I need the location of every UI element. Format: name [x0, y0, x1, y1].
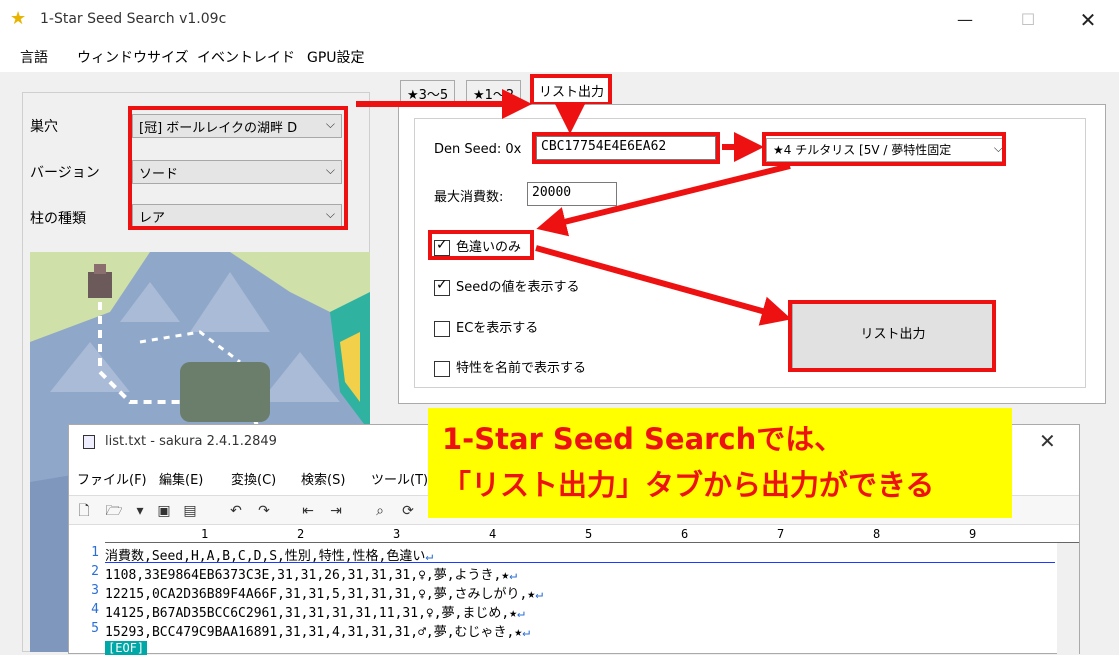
dropdown-arrow-icon[interactable]: ▾ — [129, 500, 151, 522]
line-number: 1 — [91, 545, 99, 560]
ruler-mark: 4 — [489, 527, 497, 541]
editor-menu-search[interactable]: 検索(S) — [301, 469, 345, 488]
editor-scrollbar[interactable] — [1057, 543, 1079, 655]
editor-menu-file[interactable]: ファイル(F) — [77, 469, 147, 488]
editor-close-button[interactable]: ✕ — [1039, 429, 1056, 453]
ruler-mark: 7 — [777, 527, 785, 541]
editor-menu-tools[interactable]: ツール(T) — [371, 469, 428, 488]
caption-callout: 1-Star Seed Searchでは、 「リスト出力」タブから出力ができる — [428, 408, 1012, 518]
jump-back-icon[interactable]: ⇤ — [297, 500, 319, 522]
new-file-icon[interactable]: 🗋 — [73, 500, 95, 522]
text-line: 1108,33E9864EB6373C3E,31,31,26,31,31,31,… — [105, 568, 518, 583]
newline-icon: ↵ — [509, 568, 518, 583]
newline-icon: ↵ — [535, 587, 544, 602]
save-all-icon[interactable]: ▤ — [179, 500, 201, 522]
find-icon[interactable]: ⌕ — [369, 500, 391, 522]
ruler-mark: 6 — [681, 527, 689, 541]
text-line: 14125,B67AD35BCC6C2961,31,31,31,31,11,31… — [105, 606, 525, 621]
line-number: 4 — [91, 602, 99, 617]
eof-marker: [EOF] — [105, 641, 148, 655]
text-line: 12215,0CA2D36B89F4A66F,31,31,5,31,31,31,… — [105, 587, 544, 602]
line-number: 5 — [91, 621, 99, 636]
line-number: 2 — [91, 564, 99, 579]
ruler-mark: 9 — [969, 527, 977, 541]
column-ruler: 1 2 3 4 5 6 7 8 9 — [105, 527, 1079, 543]
caption-line-1: 1-Star Seed Searchでは、 — [442, 422, 844, 456]
line-number: 3 — [91, 583, 99, 598]
open-folder-icon[interactable]: 🗁 — [103, 500, 125, 522]
jump-forward-icon[interactable]: ⇥ — [325, 500, 347, 522]
cursor-line-underline — [105, 562, 1055, 563]
editor-title: list.txt - sakura 2.4.1.2849 — [105, 434, 277, 449]
ruler-mark: 5 — [585, 527, 593, 541]
ruler-mark: 3 — [393, 527, 401, 541]
notepad-icon — [83, 435, 95, 449]
undo-icon[interactable]: ↶ — [225, 500, 247, 522]
save-icon[interactable]: ▣ — [153, 500, 175, 522]
text-line: 15293,BCC479C9BAA16891,31,31,4,31,31,31,… — [105, 625, 531, 640]
editor-menu-convert[interactable]: 変換(C) — [231, 469, 276, 488]
ruler-mark: 2 — [297, 527, 305, 541]
arrow-shiny-to-button — [535, 245, 792, 326]
newline-icon: ↵ — [522, 625, 531, 640]
newline-icon: ↵ — [517, 606, 525, 621]
arrow-pokemon-to-shiny — [536, 163, 791, 237]
ruler-mark: 8 — [873, 527, 881, 541]
ruler-mark: 1 — [201, 527, 209, 541]
editor-menu-edit[interactable]: 編集(E) — [159, 469, 203, 488]
redo-icon[interactable]: ↷ — [253, 500, 275, 522]
replace-icon[interactable]: ⟳ — [397, 500, 419, 522]
caption-line-2: 「リスト出力」タブから出力ができる — [442, 468, 935, 502]
